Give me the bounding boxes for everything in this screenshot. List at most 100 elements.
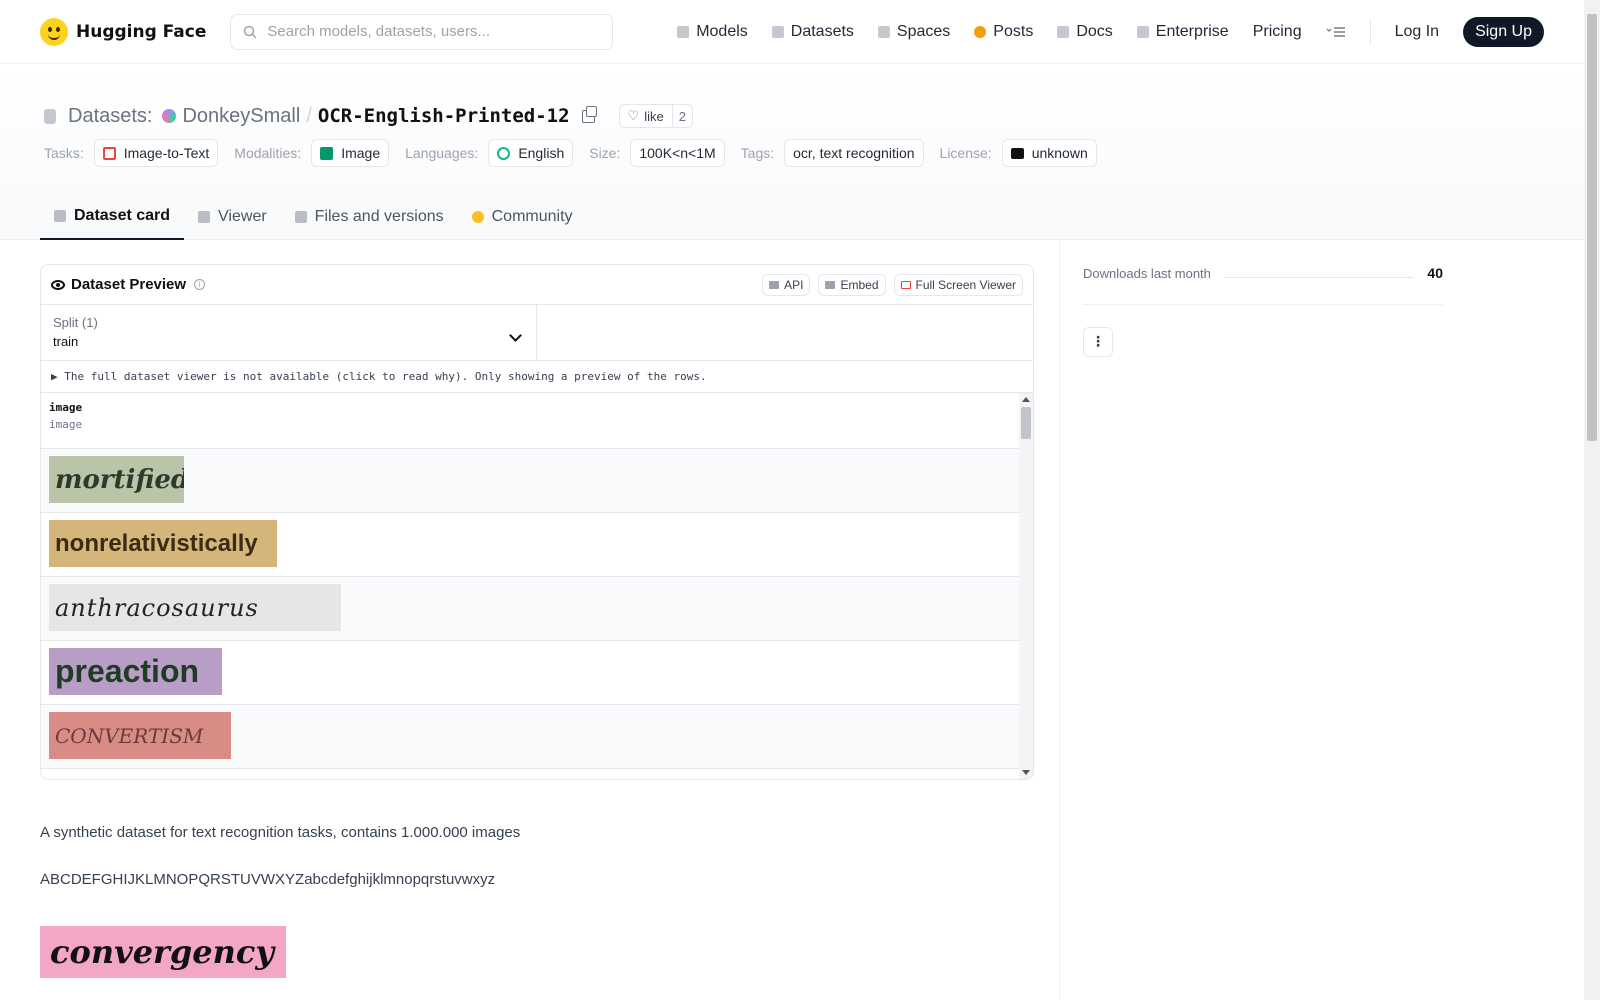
table-rows: mortified nonrelativistically anthracosaur… xyxy=(41,449,1033,769)
table-row[interactable]: preaction xyxy=(41,641,1019,705)
api-label: API xyxy=(784,277,804,292)
sidebar-separator xyxy=(1083,304,1443,305)
cube-icon xyxy=(677,25,690,38)
like-button[interactable]: ♡ like 2 xyxy=(618,104,693,128)
enterprise-icon xyxy=(1136,25,1149,38)
nav-datasets-label: Datasets xyxy=(790,22,854,40)
login-link[interactable]: Log In xyxy=(1395,23,1439,41)
table-row[interactable]: CONVERTISM xyxy=(41,705,1019,769)
copy-icon[interactable] xyxy=(581,105,597,123)
nav-datasets[interactable]: Datasets xyxy=(771,22,854,41)
datasets-section-link[interactable]: Datasets: xyxy=(68,105,152,128)
code-icon xyxy=(769,280,780,289)
row-image-3[interactable]: anthracosaurus xyxy=(49,584,341,631)
globe-icon xyxy=(497,146,511,160)
table-row[interactable]: anthracosaurus xyxy=(41,577,1019,641)
tag-modality-label: Image xyxy=(341,145,381,161)
table-scrollbar[interactable] xyxy=(1019,393,1033,779)
menu-icon xyxy=(1326,26,1345,37)
search-icon xyxy=(244,25,257,39)
page-scrollbar[interactable] xyxy=(1584,0,1600,1000)
tag-modality[interactable]: Image xyxy=(311,139,390,167)
nav-spaces[interactable]: Spaces xyxy=(877,23,950,41)
viewer-unavailable-notice[interactable]: ▶ The full dataset viewer is not availab… xyxy=(41,361,1033,393)
nav-docs[interactable]: Docs xyxy=(1057,23,1113,41)
nav-models-label: Models xyxy=(696,22,748,40)
dataset-alphabet: ABCDEFGHIJKLMNOPQRSTUVWXYZabcdefghijklmn… xyxy=(40,871,496,888)
dataset-description: A synthetic dataset for text recognition… xyxy=(40,824,521,841)
scroll-up-icon[interactable] xyxy=(1022,397,1030,402)
tab-viewer[interactable]: Viewer xyxy=(184,194,281,240)
split-select[interactable]: Split (1) train xyxy=(41,305,537,360)
split-row: Split (1) train xyxy=(41,305,1033,361)
nav-posts[interactable]: Posts xyxy=(974,23,1033,41)
signup-button[interactable]: Sign Up xyxy=(1463,16,1544,47)
embed-button[interactable]: Embed xyxy=(818,273,886,296)
org-link[interactable]: DonkeySmall xyxy=(182,105,300,128)
tag-keywords[interactable]: ocr, text recognition xyxy=(784,139,924,167)
nav-enterprise[interactable]: Enterprise xyxy=(1136,23,1229,41)
dataset-title-row: Datasets: DonkeySmall / OCR-English-Prin… xyxy=(44,104,693,128)
search-box[interactable] xyxy=(230,13,614,50)
row-image-2[interactable]: nonrelativistically xyxy=(49,520,277,567)
languages-label: Languages: xyxy=(405,145,479,161)
dotted-leader xyxy=(1224,269,1414,278)
fullscreen-viewer-button[interactable]: Full Screen Viewer xyxy=(893,273,1023,296)
search-input[interactable] xyxy=(267,23,588,40)
tab-community[interactable]: Community xyxy=(458,194,587,240)
tab-dataset-card[interactable]: Dataset card xyxy=(40,194,185,240)
brand[interactable]: Hugging Face xyxy=(40,17,207,46)
table-row[interactable]: nonrelativistically xyxy=(41,513,1019,577)
info-icon[interactable]: i xyxy=(194,279,206,290)
table-row[interactable]: mortified xyxy=(41,449,1019,513)
table-icon xyxy=(900,280,911,289)
dataset-name[interactable]: OCR-English-Printed-12 xyxy=(318,105,570,127)
column-type: image xyxy=(49,418,83,431)
nav-posts-label: Posts xyxy=(993,22,1034,40)
more-options-button[interactable]: ⋮ xyxy=(1083,327,1113,357)
dataset-preview: Dataset Preview i API Embed Full Screen … xyxy=(40,264,1034,780)
database-icon xyxy=(44,108,56,124)
tab-dataset-card-label: Dataset card xyxy=(74,207,171,224)
tag-language[interactable]: English xyxy=(488,139,574,167)
tab-community-label: Community xyxy=(491,208,573,225)
embed-label: Embed xyxy=(840,277,879,292)
tag-keywords-label: ocr, text recognition xyxy=(793,145,915,161)
nav-pricing[interactable]: Pricing xyxy=(1253,23,1302,41)
preview-title: Dataset Preview xyxy=(71,276,187,293)
page-scroll-thumb[interactable] xyxy=(1587,14,1597,441)
nav-pricing-label: Pricing xyxy=(1252,22,1302,40)
preview-header: Dataset Preview i API Embed Full Screen … xyxy=(41,265,1033,305)
like-toggle[interactable]: ♡ like xyxy=(620,105,672,127)
tag-task[interactable]: Image-to-Text xyxy=(93,139,219,167)
nav-models[interactable]: Models xyxy=(677,23,748,41)
login-label: Log In xyxy=(1394,22,1440,40)
community-icon xyxy=(471,211,484,223)
tag-license-label: unknown xyxy=(1031,145,1088,161)
tag-size[interactable]: 100K<n<1M xyxy=(630,139,725,167)
brand-name: Hugging Face xyxy=(76,21,207,42)
split-value: train xyxy=(53,334,79,349)
like-count: 2 xyxy=(671,105,692,127)
sample-image: convergency xyxy=(40,926,286,978)
tab-files[interactable]: Files and versions xyxy=(281,194,458,240)
more-menu-button[interactable] xyxy=(1326,25,1346,39)
row-image-4[interactable]: preaction xyxy=(49,648,222,695)
api-button[interactable]: API xyxy=(762,273,811,296)
tag-language-label: English xyxy=(518,145,565,161)
dataset-header: Datasets: DonkeySmall / OCR-English-Prin… xyxy=(0,64,1584,240)
downloads-stat: Downloads last month 40 xyxy=(1083,264,1443,282)
tag-license[interactable]: unknown xyxy=(1001,139,1097,167)
column-header: image image xyxy=(41,393,1019,449)
column-name: image xyxy=(49,401,83,414)
tags-label: Tags: xyxy=(740,145,775,161)
scroll-thumb[interactable] xyxy=(1021,407,1031,439)
table-icon xyxy=(198,211,211,223)
dataset-card-content: Dataset Preview i API Embed Full Screen … xyxy=(40,264,1034,978)
row-image-5[interactable]: CONVERTISM xyxy=(49,712,231,759)
speech-bubble-icon xyxy=(974,25,987,38)
files-icon xyxy=(294,211,307,223)
scroll-down-icon[interactable] xyxy=(1022,770,1030,775)
row-image-1[interactable]: mortified xyxy=(49,456,184,503)
tag-size-label: 100K<n<1M xyxy=(639,145,716,161)
